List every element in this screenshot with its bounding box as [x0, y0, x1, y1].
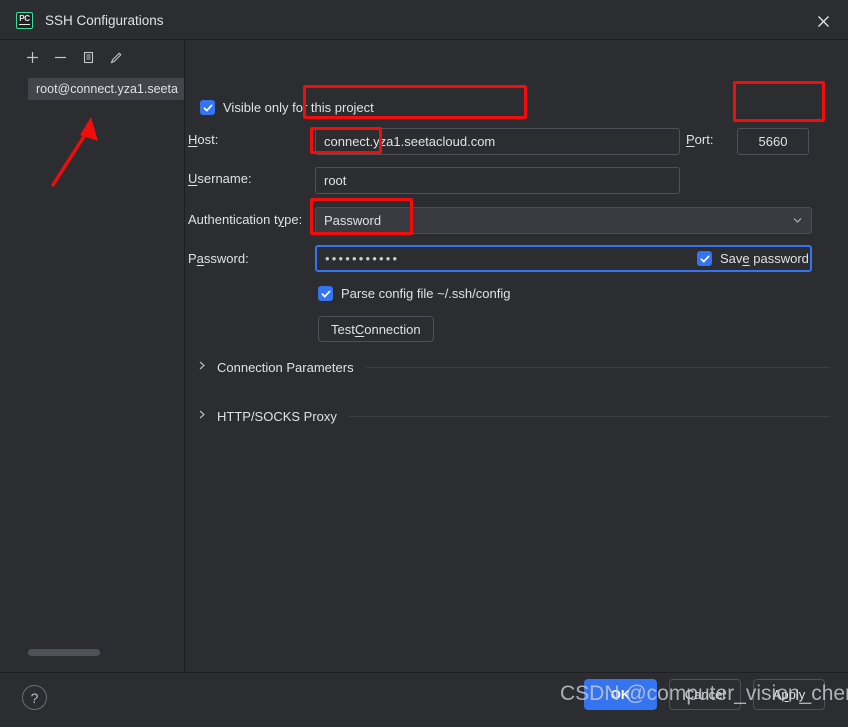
- password-label: Password:: [188, 251, 249, 266]
- test-connection-label-rest: onnection: [364, 321, 421, 337]
- username-label-wrap: Username:: [188, 171, 252, 186]
- auth-type-select[interactable]: Password: [315, 207, 812, 234]
- port-value: 5660: [758, 134, 788, 149]
- test-connection-label-pre: Test: [331, 321, 355, 337]
- minus-icon: [54, 56, 66, 58]
- cancel-button[interactable]: Cancel: [669, 679, 741, 710]
- list-item[interactable]: root@connect.yza1.seeta: [28, 78, 184, 100]
- sidebar-toolbar: [0, 40, 184, 74]
- auth-type-label-wrap: Authentication type:: [188, 212, 302, 227]
- section-divider: [348, 415, 830, 417]
- auth-type-label: Authentication type:: [188, 212, 303, 227]
- apply-button[interactable]: Apply: [753, 679, 825, 710]
- section-title: HTTP/SOCKS Proxy: [217, 408, 337, 424]
- pycharm-icon-label: PC: [19, 14, 30, 25]
- parse-config-checkbox[interactable]: [318, 286, 333, 301]
- visible-only-checkbox[interactable]: [200, 100, 215, 115]
- chevron-down-icon: [792, 213, 803, 228]
- sidebar-horizontal-scrollbar[interactable]: [28, 649, 176, 656]
- title-bar: PC SSH Configurations: [0, 0, 848, 40]
- save-password-row: Save password: [697, 251, 809, 266]
- chevron-right-glyph: [199, 410, 205, 419]
- username-label: Username:: [188, 171, 252, 186]
- section-http-socks-proxy[interactable]: HTTP/SOCKS Proxy: [197, 407, 830, 425]
- check-icon: [321, 290, 330, 297]
- username-value: root: [324, 173, 347, 188]
- edit-button[interactable]: [108, 49, 124, 65]
- pencil-icon: [110, 51, 122, 63]
- password-label-wrap: Password:: [188, 251, 249, 266]
- scrollbar-thumb[interactable]: [28, 649, 100, 656]
- remove-button[interactable]: [52, 49, 68, 65]
- username-input[interactable]: root: [315, 167, 680, 194]
- section-divider: [365, 366, 830, 368]
- port-label: Port:: [686, 132, 714, 147]
- check-icon: [700, 255, 709, 262]
- port-input[interactable]: 5660: [737, 128, 809, 155]
- host-label: Host:: [188, 132, 219, 147]
- configurations-sidebar: root@connect.yza1.seeta: [0, 40, 185, 672]
- visible-only-row: Visible only for this project: [200, 100, 374, 115]
- check-icon: [203, 104, 212, 111]
- close-glyph: [817, 15, 829, 27]
- password-value: •••••••••••: [325, 251, 400, 266]
- ssh-configurations-dialog: PC SSH Configurations root@connect.yza1.…: [0, 0, 848, 727]
- visible-only-label: Visible only for this project: [223, 100, 374, 115]
- port-label-wrap: Port:: [686, 132, 713, 147]
- apply-label: Apply: [772, 687, 806, 702]
- copy-icon: [83, 51, 93, 63]
- host-value: connect.yza1.seetacloud.com: [324, 134, 496, 149]
- dialog-footer: ? OK Cancel Apply: [0, 672, 848, 727]
- parse-config-label: Parse config file ~/.ssh/config: [341, 286, 511, 301]
- chevron-right-icon: [197, 358, 207, 376]
- chevron-right-glyph: [199, 361, 205, 370]
- dialog-body: root@connect.yza1.seeta Visible only for…: [0, 40, 848, 672]
- pycharm-icon: PC: [16, 11, 33, 29]
- configurations-list: root@connect.yza1.seeta: [0, 74, 184, 672]
- plus-icon: [26, 51, 38, 63]
- window-title: SSH Configurations: [45, 12, 164, 28]
- host-label-wrap: Host:: [188, 132, 218, 147]
- copy-button[interactable]: [80, 49, 96, 65]
- chevron-down-glyph: [793, 217, 802, 223]
- section-title: Connection Parameters: [217, 359, 354, 375]
- section-connection-parameters[interactable]: Connection Parameters: [197, 358, 830, 376]
- test-connection-mnemonic: C: [354, 321, 365, 337]
- auth-type-value: Password: [324, 213, 382, 228]
- help-button[interactable]: ?: [22, 685, 47, 710]
- chevron-right-icon: [197, 407, 207, 425]
- ok-label: OK: [610, 687, 631, 702]
- parse-config-row: Parse config file ~/.ssh/config: [318, 286, 510, 301]
- ok-button[interactable]: OK: [584, 679, 657, 710]
- save-password-checkbox[interactable]: [697, 251, 712, 266]
- configuration-form: Visible only for this project Host: conn…: [185, 40, 848, 672]
- save-password-label: Save password: [720, 251, 809, 266]
- close-icon[interactable]: [810, 8, 836, 34]
- add-button[interactable]: [24, 49, 40, 65]
- test-connection-button[interactable]: Test Connection: [318, 316, 434, 342]
- host-input[interactable]: connect.yza1.seetacloud.com: [315, 128, 680, 155]
- cancel-label: Cancel: [684, 687, 726, 702]
